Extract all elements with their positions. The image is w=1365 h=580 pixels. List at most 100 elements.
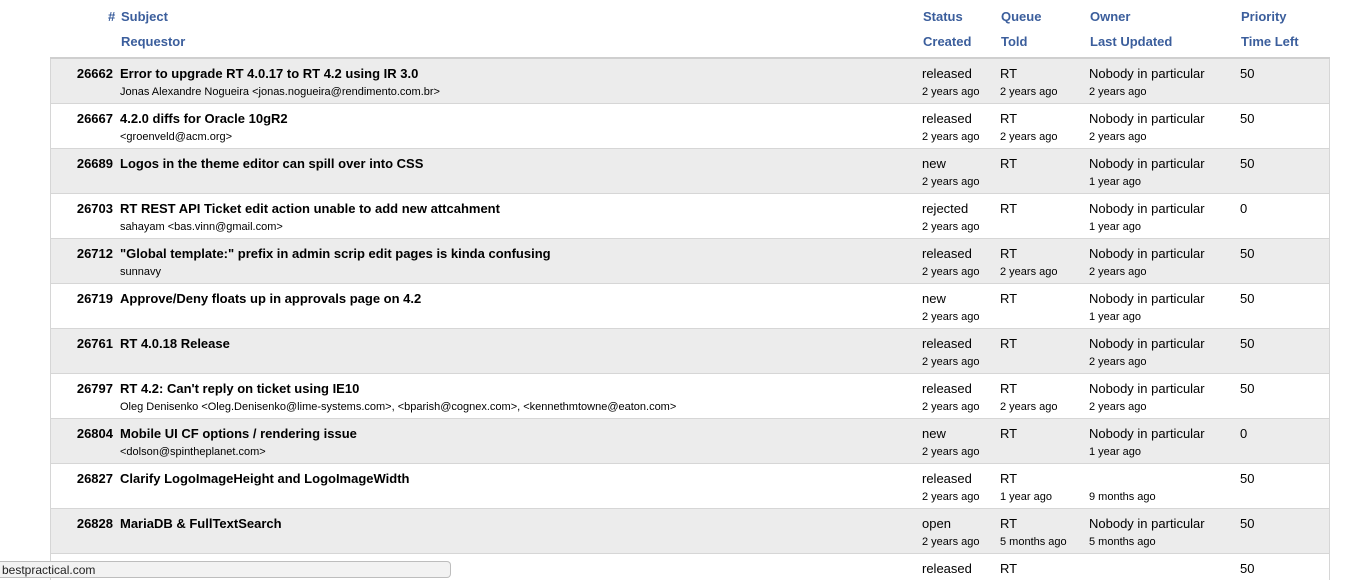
ticket-queue: RT (1000, 111, 1018, 126)
ticket-id[interactable]: 26828 (51, 516, 113, 531)
ticket-id[interactable]: 26712 (51, 246, 113, 261)
ticket-created: 2 years ago (922, 446, 980, 458)
ticket-id[interactable]: 26662 (51, 66, 113, 81)
ticket-owner: Nobody in particular (1089, 156, 1205, 171)
ticket-last-updated: 5 months ago (1089, 536, 1156, 548)
ticket-queue: RT (1000, 201, 1018, 216)
ticket-id[interactable]: 26761 (51, 336, 113, 351)
ticket-status: released (922, 561, 972, 576)
sort-by-status-link[interactable]: Status (923, 9, 963, 24)
ticket-id[interactable]: 26667 (51, 111, 113, 126)
ticket-subject-link[interactable]: "Global template:" prefix in admin scrip… (120, 246, 551, 261)
ticket-status: released (922, 246, 972, 261)
browser-status-bar: bestpractical.com (0, 561, 451, 578)
ticket-created: 2 years ago (922, 221, 980, 233)
ticket-id[interactable]: 26689 (51, 156, 113, 171)
ticket-subject-link[interactable]: Clarify LogoImageHeight and LogoImageWid… (120, 471, 410, 486)
table-row: 26689 Logos in the theme editor can spill… (50, 149, 1330, 194)
ticket-queue: RT (1000, 471, 1018, 486)
ticket-priority: 50 (1240, 516, 1255, 531)
table-row: 26667 4.2.0 diffs for Oracle 10gR2 <groenv… (50, 104, 1330, 149)
ticket-status: released (922, 336, 972, 351)
ticket-queue: RT (1000, 336, 1018, 351)
ticket-owner: Nobody in particular (1089, 246, 1205, 261)
ticket-owner: Nobody in particular (1089, 201, 1205, 216)
ticket-subject-link[interactable]: Approve/Deny floats up in approvals page… (120, 291, 421, 306)
ticket-priority: 50 (1240, 111, 1255, 126)
sort-by-time-left-link[interactable]: Time Left (1241, 34, 1299, 49)
ticket-status: rejected (922, 201, 969, 216)
ticket-subject-link[interactable]: 4.2.0 diffs for Oracle 10gR2 (120, 111, 288, 126)
ticket-status: new (922, 156, 946, 171)
ticket-last-updated: 2 years ago (1089, 401, 1147, 413)
ticket-requestor: sunnavy (120, 266, 161, 278)
ticket-created: 2 years ago (922, 491, 980, 503)
sort-by-subject-link[interactable]: Subject (121, 9, 168, 24)
sort-by-requestor-link[interactable]: Requestor (121, 34, 185, 49)
sort-by-last-updated-link[interactable]: Last Updated (1090, 34, 1172, 49)
ticket-priority: 50 (1240, 381, 1255, 396)
ticket-told: 2 years ago (1000, 86, 1058, 98)
ticket-owner: Nobody in particular (1089, 426, 1205, 441)
table-row: 26712 "Global template:" prefix in admin … (50, 239, 1330, 284)
ticket-priority: 50 (1240, 66, 1255, 81)
sort-by-priority-link[interactable]: Priority (1241, 9, 1287, 24)
table-row: 26719 Approve/Deny floats up in approvals… (50, 284, 1330, 329)
ticket-priority: 50 (1240, 336, 1255, 351)
ticket-id[interactable]: 26804 (51, 426, 113, 441)
ticket-id[interactable]: 26797 (51, 381, 113, 396)
ticket-told: 2 years ago (1000, 266, 1058, 278)
ticket-id[interactable]: 26703 (51, 201, 113, 216)
ticket-requestor: Oleg Denisenko <Oleg.Denisenko@lime-syst… (120, 401, 677, 413)
ticket-subject-link[interactable]: Mobile UI CF options / rendering issue (120, 426, 357, 441)
ticket-requestor: sahayam <bas.vinn@gmail.com> (120, 221, 283, 233)
ticket-priority: 50 (1240, 156, 1255, 171)
table-row: 26761 RT 4.0.18 Release released 2 years ag… (50, 329, 1330, 374)
ticket-created: 2 years ago (922, 176, 980, 188)
ticket-last-updated: 1 year ago (1089, 311, 1141, 323)
ticket-subject-link[interactable]: Logos in the theme editor can spill over… (120, 156, 423, 171)
ticket-id[interactable]: 26827 (51, 471, 113, 486)
ticket-requestor: <dolson@spintheplanet.com> (120, 446, 266, 458)
ticket-told: 1 year ago (1000, 491, 1052, 503)
ticket-subject-link[interactable]: RT 4.2: Can't reply on ticket using IE10 (120, 381, 359, 396)
ticket-last-updated: 2 years ago (1089, 86, 1147, 98)
ticket-created: 2 years ago (922, 356, 980, 368)
ticket-owner: Nobody in particular (1089, 516, 1205, 531)
ticket-subject-link[interactable]: MariaDB & FullTextSearch (120, 516, 282, 531)
sort-by-queue-link[interactable]: Queue (1001, 9, 1041, 24)
table-row: 26828 MariaDB & FullTextSearch open 2 years… (50, 509, 1330, 554)
ticket-priority: 50 (1240, 561, 1255, 576)
ticket-subject-link[interactable]: RT 4.0.18 Release (120, 336, 230, 351)
ticket-owner: Nobody in particular (1089, 66, 1205, 81)
table-row: 26827 Clarify LogoImageHeight and LogoIma… (50, 464, 1330, 509)
table-row: 26797 RT 4.2: Can't reply on ticket using… (50, 374, 1330, 419)
sort-by-told-link[interactable]: Told (1001, 34, 1027, 49)
ticket-queue: RT (1000, 246, 1018, 261)
ticket-status: new (922, 426, 946, 441)
sort-by-created-link[interactable]: Created (923, 34, 971, 49)
table-row: 26804 Mobile UI CF options / rendering is… (50, 419, 1330, 464)
ticket-status: released (922, 381, 972, 396)
ticket-priority: 0 (1240, 201, 1248, 216)
ticket-last-updated: 2 years ago (1089, 266, 1147, 278)
table-row: 26703 RT REST API Ticket edit action unab… (50, 194, 1330, 239)
ticket-id[interactable]: 26719 (51, 291, 113, 306)
ticket-created: 2 years ago (922, 266, 980, 278)
ticket-owner: Nobody in particular (1089, 381, 1205, 396)
ticket-requestor: Jonas Alexandre Nogueira <jonas.nogueira… (120, 86, 440, 98)
ticket-last-updated: 1 year ago (1089, 446, 1141, 458)
ticket-queue: RT (1000, 66, 1018, 81)
ticket-queue: RT (1000, 381, 1018, 396)
ticket-subject-link[interactable]: RT REST API Ticket edit action unable to… (120, 201, 500, 216)
ticket-requestor: <groenveld@acm.org> (120, 131, 233, 143)
ticket-owner: Nobody in particular (1089, 336, 1205, 351)
table-header: # Subject Requestor Status Created Queue… (50, 0, 1330, 59)
sort-by-id-link[interactable]: # (108, 9, 115, 24)
ticket-told: 2 years ago (1000, 131, 1058, 143)
ticket-created: 2 years ago (922, 131, 980, 143)
sort-by-owner-link[interactable]: Owner (1090, 9, 1130, 24)
ticket-queue: RT (1000, 291, 1018, 306)
ticket-told: 2 years ago (1000, 401, 1058, 413)
ticket-subject-link[interactable]: Error to upgrade RT 4.0.17 to RT 4.2 usi… (120, 66, 418, 81)
